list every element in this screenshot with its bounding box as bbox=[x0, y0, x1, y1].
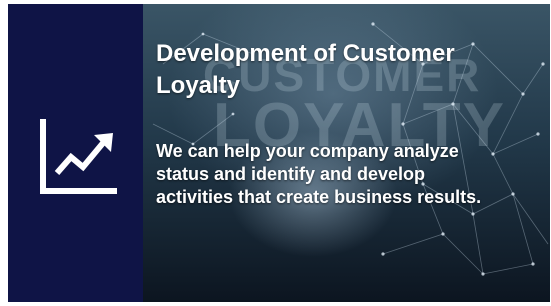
icon-panel bbox=[8, 4, 143, 302]
card-title[interactable]: Development of Customer Loyalty bbox=[156, 38, 542, 102]
card-description: We can help your company analyze status … bbox=[156, 141, 482, 207]
line-chart-icon bbox=[40, 119, 117, 194]
card-copy: Development of Customer Loyalty We can h… bbox=[156, 38, 542, 209]
service-card[interactable]: CUSTOMER LOYALTY Development of Customer… bbox=[8, 4, 550, 302]
